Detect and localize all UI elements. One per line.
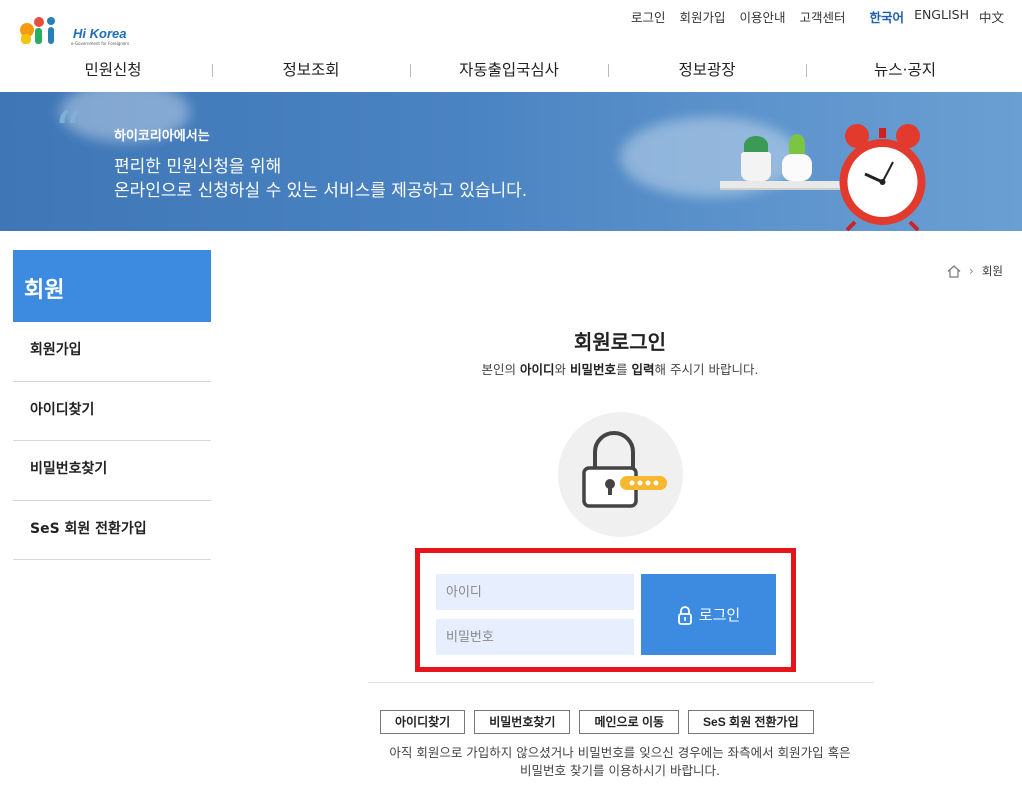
sprout-plant-icon bbox=[789, 134, 805, 154]
util-support-link[interactable]: 고객센터 bbox=[800, 7, 846, 26]
nav-info-square[interactable]: 정보광장 bbox=[608, 54, 806, 86]
find-id-button[interactable]: 아이디찾기 bbox=[380, 710, 466, 734]
lock-illustration bbox=[558, 412, 683, 537]
sidebar-item-join[interactable]: 회원가입 bbox=[13, 322, 211, 382]
banner-line-2: 온라인으로 신청하실 수 있는 서비스를 제공하고 있습니다. bbox=[114, 181, 528, 201]
sidebar-item-ses-convert[interactable]: SeS 회원 전환가입 bbox=[13, 501, 211, 560]
helper-buttons: 아이디찾기 비밀번호찾기 메인으로 이동 SeS 회원 전환가입 bbox=[380, 710, 814, 734]
language-switcher: 한국어 ENGLISH 中文 bbox=[870, 7, 1004, 26]
flower-pot-icon bbox=[782, 154, 812, 181]
notice-line-1: 아직 회원으로 가입하지 않으셨거나 비밀번호를 잊으신 경우에는 좌측에서 회… bbox=[389, 745, 851, 760]
nav-civil-application[interactable]: 민원신청 bbox=[14, 54, 212, 86]
banner-line-1: 편리한 민원신청을 위해 bbox=[114, 157, 282, 177]
alarm-clock-icon bbox=[839, 124, 926, 231]
page-title: 회원로그인 bbox=[574, 330, 666, 354]
go-main-button[interactable]: 메인으로 이동 bbox=[579, 710, 680, 734]
main-nav: 민원신청 정보조회 자동출입국심사 정보광장 뉴스·공지 bbox=[14, 54, 1004, 86]
lang-english[interactable]: ENGLISH bbox=[914, 7, 969, 26]
help-notice: 아직 회원으로 가입하지 않으셨거나 비밀번호를 잊으신 경우에는 좌측에서 회… bbox=[360, 744, 880, 780]
sidebar-item-find-id[interactable]: 아이디찾기 bbox=[13, 382, 211, 441]
breadcrumb-current: 회원 bbox=[981, 264, 1003, 278]
sidebar-item-find-password[interactable]: 비밀번호찾기 bbox=[13, 441, 211, 501]
breadcrumb: › 회원 bbox=[947, 263, 1003, 279]
page: Hi Korea e-Government for Foreigners 로그인… bbox=[0, 0, 1022, 791]
util-login-link[interactable]: 로그인 bbox=[631, 7, 666, 26]
chevron-right-icon: › bbox=[969, 264, 974, 278]
home-icon[interactable] bbox=[947, 264, 961, 278]
password-input[interactable] bbox=[436, 619, 634, 655]
desc-text: 와 bbox=[554, 362, 571, 377]
hikorea-logo[interactable]: Hi Korea e-Government for Foreigners bbox=[19, 12, 129, 48]
find-password-button[interactable]: 비밀번호찾기 bbox=[474, 710, 571, 734]
logo-text: Hi Korea bbox=[73, 26, 127, 41]
desc-emphasis: 비밀번호 bbox=[570, 362, 617, 377]
nav-news-notice[interactable]: 뉴스·공지 bbox=[806, 54, 1004, 86]
notice-line-2: 비밀번호 찾기를 이용하시기 바랍니다. bbox=[520, 763, 720, 778]
sidebar-menu: 회원가입 아이디찾기 비밀번호찾기 SeS 회원 전환가입 bbox=[13, 322, 211, 560]
lock-icon bbox=[677, 605, 692, 625]
utility-nav: 로그인 회원가입 이용안내 고객센터 한국어 ENGLISH 中文 bbox=[631, 7, 1004, 26]
desc-emphasis: 입력 bbox=[631, 362, 655, 377]
util-guide-link[interactable]: 이용안내 bbox=[740, 7, 786, 26]
login-description: 본인의 아이디와 비밀번호를 입력해 주시기 바랍니다. bbox=[370, 359, 870, 378]
padlock-icon bbox=[582, 431, 667, 508]
logo-subtitle: e-Government for Foreigners bbox=[71, 41, 130, 46]
login-button[interactable]: 로그인 bbox=[641, 574, 776, 655]
desc-text: 본인의 bbox=[481, 362, 521, 377]
logo-figure-icon bbox=[20, 17, 55, 44]
banner-small-text: 하이코리아에서는 bbox=[114, 129, 210, 144]
nav-auto-immigration[interactable]: 자동출입국심사 bbox=[410, 54, 608, 86]
lang-chinese[interactable]: 中文 bbox=[979, 7, 1004, 26]
login-button-label: 로그인 bbox=[698, 607, 741, 624]
util-join-link[interactable]: 회원가입 bbox=[680, 7, 726, 26]
divider bbox=[368, 682, 874, 683]
lang-korean[interactable]: 한국어 bbox=[870, 7, 905, 26]
flower-pot-icon bbox=[741, 152, 771, 181]
user-id-input[interactable] bbox=[436, 574, 634, 610]
desc-text: 해 주시기 바랍니다. bbox=[654, 362, 759, 377]
desc-emphasis: 아이디 bbox=[520, 362, 555, 377]
hero-banner: “ 하이코리아에서는 편리한 민원신청을 위해 온라인으로 신청하실 수 있는 … bbox=[0, 92, 1022, 231]
nav-info-inquiry[interactable]: 정보조회 bbox=[212, 54, 410, 86]
desc-text: 를 bbox=[616, 362, 632, 377]
sidebar-title: 회원 bbox=[13, 250, 211, 322]
quote-mark-icon: “ bbox=[54, 100, 82, 163]
ses-convert-button[interactable]: SeS 회원 전환가입 bbox=[688, 710, 814, 734]
